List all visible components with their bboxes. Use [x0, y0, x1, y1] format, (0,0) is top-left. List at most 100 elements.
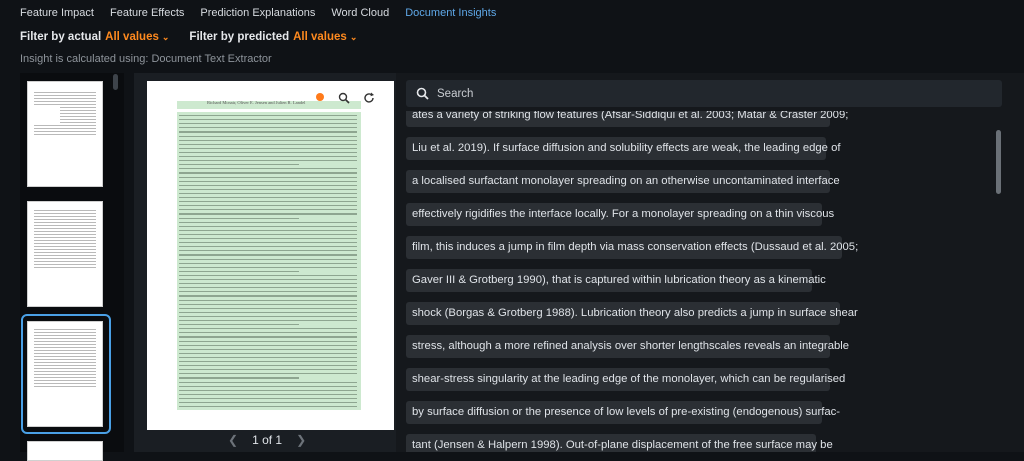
page-text-line	[179, 299, 357, 301]
page-text-line	[179, 283, 357, 285]
page-text-line	[179, 184, 357, 186]
page-counter: 1 of 1	[252, 433, 283, 447]
page-text-line	[179, 205, 357, 207]
page-pagination: ❮ 1 of 1 ❯	[228, 433, 306, 447]
page-text-line	[179, 344, 357, 346]
extracted-text-line[interactable]: stress, although a more refined analysis…	[406, 335, 849, 358]
page-text-line	[179, 180, 357, 182]
page-text-line	[179, 336, 357, 338]
page-text-line	[179, 151, 357, 154]
tab-document-insights[interactable]: Document Insights	[405, 7, 496, 19]
page-text-line	[179, 246, 357, 248]
page-text-line	[179, 365, 357, 367]
page-text-line	[179, 192, 357, 195]
page-text-line	[179, 402, 357, 404]
page-text-line	[179, 156, 357, 158]
page-text-line	[179, 254, 357, 256]
page-text-line	[179, 147, 357, 149]
page-text-line	[179, 160, 357, 162]
page-text-line	[179, 201, 357, 203]
filter-actual[interactable]: Filter by actual All values ⌄	[20, 31, 169, 43]
page-text-line	[179, 279, 357, 281]
page-text-line	[179, 369, 357, 371]
tab-prediction-explanations[interactable]: Prediction Explanations	[200, 7, 315, 19]
page-text-line	[179, 270, 299, 272]
filter-predicted-label: Filter by predicted	[189, 31, 290, 43]
page-text-line	[179, 250, 357, 252]
page-text-line	[179, 397, 357, 400]
page-text-line	[179, 131, 357, 133]
page-thumbnail[interactable]	[27, 81, 103, 187]
tab-feature-effects[interactable]: Feature Effects	[110, 7, 184, 19]
page-text-line	[179, 233, 357, 236]
extracted-text-line[interactable]: effectively rigidifies the interface loc…	[406, 203, 834, 226]
chevron-down-icon: ⌄	[161, 32, 170, 42]
page-text-line	[179, 143, 357, 145]
zoom-icon[interactable]	[338, 92, 350, 107]
extracted-text-line[interactable]: a localised surfactant monolayer spreadi…	[406, 170, 840, 193]
text-panel-scrollbar[interactable]	[996, 130, 1001, 194]
page-text-line	[179, 393, 357, 395]
filter-actual-label: Filter by actual	[20, 31, 102, 43]
filter-predicted[interactable]: Filter by predicted All values ⌄	[189, 31, 357, 43]
extracted-text-line[interactable]: Liu et al. 2019). If surface diffusion a…	[406, 137, 841, 160]
page-text-line	[179, 176, 357, 178]
search-icon	[416, 87, 429, 100]
page-text-line	[179, 361, 357, 363]
extracted-text-line[interactable]: tant (Jensen & Halpern 1998). Out-of-pla…	[406, 434, 833, 452]
extracted-text-line[interactable]: by surface diffusion or the presence of …	[406, 401, 840, 424]
page-text-line	[179, 352, 357, 354]
refresh-icon[interactable]	[363, 92, 375, 107]
page-text-line	[179, 229, 357, 231]
page-thumbnail[interactable]	[27, 201, 103, 307]
page-text-line	[179, 266, 357, 268]
chevron-left-icon[interactable]: ❮	[228, 433, 238, 447]
page-thumbnail-selected[interactable]	[27, 321, 103, 427]
page-text-line	[179, 381, 357, 383]
page-text-line	[179, 385, 357, 387]
extracted-text-line[interactable]: shear-stress singularity at the leading …	[406, 368, 845, 391]
page-text-line	[179, 307, 357, 309]
page-text-line	[179, 172, 357, 174]
page-text-line	[179, 328, 357, 330]
tab-word-cloud[interactable]: Word Cloud	[331, 7, 389, 19]
page-text-line	[179, 188, 357, 190]
extracted-text-line[interactable]: shock (Borgas & Grotberg 1988). Lubricat…	[406, 302, 858, 325]
page-thumbnails	[20, 73, 124, 461]
page-text-line	[179, 139, 357, 141]
page-text-line	[179, 209, 357, 211]
extracted-text-line[interactable]: Gaver III & Grotberg 1990), that is capt…	[406, 269, 826, 292]
document-viewer: Richard Mcnair, Oliver E. Jensen and Jul…	[134, 73, 396, 452]
page-text-line	[179, 311, 357, 313]
page-text-line	[179, 406, 357, 408]
filter-actual-value[interactable]: All values	[105, 31, 159, 43]
page-text-line	[179, 291, 357, 293]
extracted-text-line[interactable]: ates a variety of striking flow features…	[406, 111, 848, 127]
page-text-line	[179, 295, 357, 297]
search-bar[interactable]	[406, 80, 1002, 107]
page-text-line	[179, 119, 357, 121]
page-text-line	[179, 135, 357, 137]
tab-feature-impact[interactable]: Feature Impact	[20, 7, 94, 19]
text-line-list: ates a variety of striking flow features…	[406, 111, 986, 452]
page-thumbnail[interactable]	[27, 441, 103, 461]
page-text-line	[179, 340, 357, 342]
page-text-line	[179, 262, 357, 264]
filter-bar: Filter by actual All values ⌄ Filter by pr…	[20, 31, 357, 43]
thumbnail-scrollbar[interactable]	[113, 74, 118, 90]
page-text-line	[179, 127, 357, 129]
page-text-line	[179, 315, 357, 318]
page-text-line	[179, 377, 299, 379]
page-text-line	[179, 242, 357, 244]
page-text-line	[179, 303, 357, 305]
highlight-marker-icon[interactable]	[316, 93, 324, 101]
search-input[interactable]	[437, 87, 977, 100]
filter-predicted-value[interactable]: All values	[293, 31, 347, 43]
tab-bar: Feature Impact Feature Effects Predictio…	[0, 0, 1024, 26]
page-text-line	[179, 115, 357, 117]
page-text-line	[179, 373, 357, 375]
extracted-text-line[interactable]: film, this induces a jump in film depth …	[406, 236, 858, 259]
chevron-right-icon[interactable]: ❯	[296, 433, 306, 447]
page-text-line	[179, 225, 357, 227]
page-text-line	[179, 324, 299, 326]
